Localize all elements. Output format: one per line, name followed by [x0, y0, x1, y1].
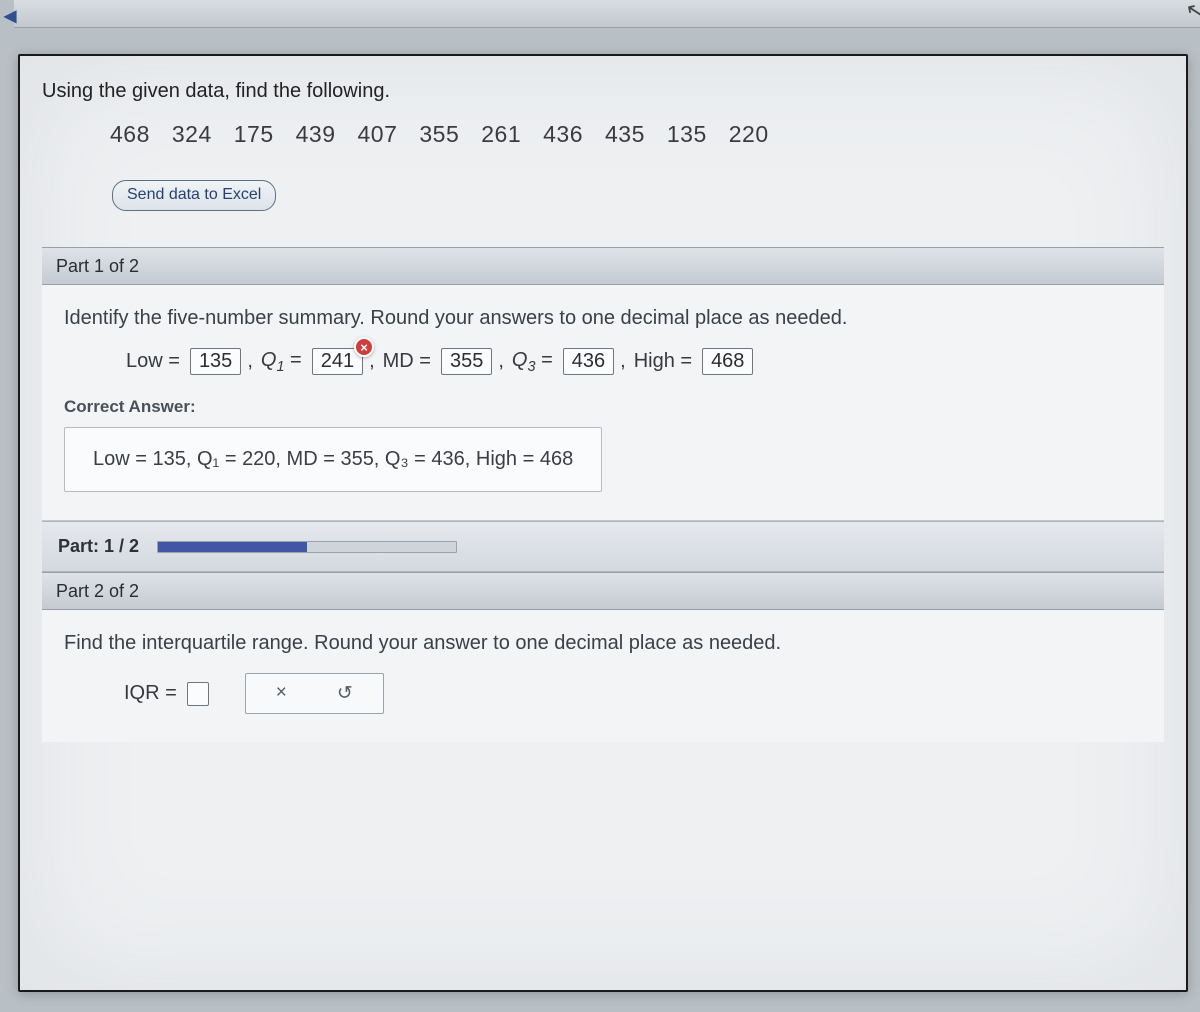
- part1-section: Identify the five-number summary. Round …: [42, 285, 1164, 521]
- data-value: 261: [481, 121, 521, 148]
- quiz-page: ◀ ↖ Using the given data, find the follo…: [0, 0, 1200, 1012]
- iqr-label: IQR =: [124, 682, 177, 705]
- data-value: 407: [358, 121, 398, 148]
- data-value: 436: [543, 121, 583, 148]
- data-value: 468: [110, 121, 150, 148]
- data-values-row: 468 324 175 439 407 355 261 436 435 135 …: [110, 121, 1164, 148]
- part2-instruction: Find the interquartile range. Round your…: [64, 632, 1142, 655]
- part2-header: Part 2 of 2: [42, 572, 1164, 610]
- iqr-input[interactable]: [187, 682, 209, 706]
- high-input[interactable]: 468: [702, 348, 753, 375]
- data-value: 135: [667, 121, 707, 148]
- data-value: 439: [296, 121, 336, 148]
- correct-answer-box: Low = 135, Q₁ = 220, MD = 355, Q₃ = 436,…: [64, 427, 602, 492]
- send-to-excel-button[interactable]: Send data to Excel: [112, 180, 276, 211]
- q1-value: 241: [321, 350, 354, 372]
- question-prompt: Using the given data, find the following…: [42, 80, 1164, 103]
- comma: ,: [247, 350, 253, 373]
- q1-input[interactable]: 241 ×: [312, 348, 363, 375]
- part2-header-label: Part 2 of 2: [56, 581, 139, 602]
- progress-bar-fill: [158, 542, 307, 552]
- high-label: High =: [634, 350, 692, 373]
- window-top-bar: [14, 0, 1200, 28]
- back-arrow-icon[interactable]: ◀: [4, 6, 16, 26]
- data-value: 435: [605, 121, 645, 148]
- q3-label: Q3 =: [512, 349, 553, 375]
- data-value: 355: [419, 121, 459, 148]
- correct-answer-text: Low = 135, Q₁ = 220, MD = 355, Q₃ = 436,…: [93, 448, 573, 470]
- part1-instruction: Identify the five-number summary. Round …: [64, 307, 1142, 330]
- comma: ,: [620, 350, 626, 373]
- q1-label: Q1 =: [261, 349, 302, 375]
- reset-button[interactable]: ↺: [337, 682, 353, 705]
- five-number-answer-line: Low = 135 , Q1 = 241 × , MD = 355 , Q3 =: [124, 348, 1142, 375]
- progress-bar: [157, 541, 457, 553]
- wrong-icon: ×: [354, 337, 374, 357]
- progress-label: Part: 1 / 2: [58, 536, 139, 557]
- q3-input[interactable]: 436: [563, 348, 614, 375]
- md-input[interactable]: 355: [441, 348, 492, 375]
- clear-button[interactable]: ×: [276, 682, 287, 705]
- part2-section: Find the interquartile range. Round your…: [42, 610, 1164, 742]
- answer-toolbox: × ↺: [245, 673, 384, 714]
- md-label: MD =: [383, 350, 431, 373]
- low-label: Low =: [126, 350, 180, 373]
- progress-row: Part: 1 / 2: [42, 521, 1164, 572]
- part1-header-label: Part 1 of 2: [56, 256, 139, 277]
- data-value: 175: [234, 121, 274, 148]
- correct-answer-heading: Correct Answer:: [64, 397, 1142, 417]
- iqr-answer-line: IQR = × ↺: [124, 673, 1142, 714]
- comma: ,: [498, 350, 504, 373]
- part1-header: Part 1 of 2: [42, 247, 1164, 285]
- low-input[interactable]: 135: [190, 348, 241, 375]
- data-value: 324: [172, 121, 212, 148]
- data-value: 220: [729, 121, 769, 148]
- question-panel: Using the given data, find the following…: [18, 54, 1188, 992]
